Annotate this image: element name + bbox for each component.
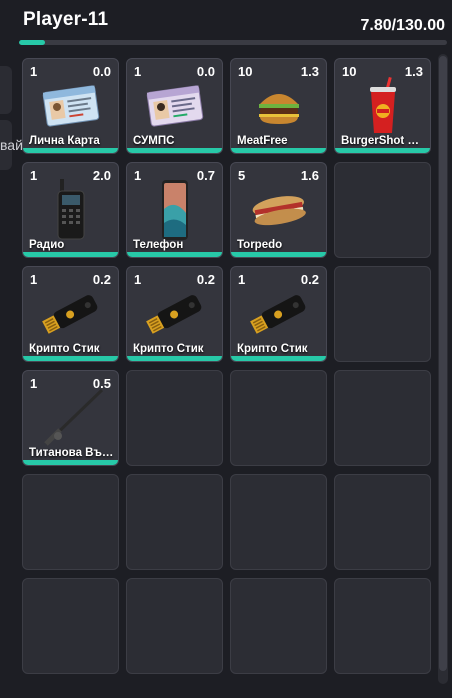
weight-bar-fill	[19, 40, 45, 45]
item-durability-bar	[127, 356, 222, 361]
inventory-slot-empty[interactable]	[22, 578, 119, 674]
item-quantity: 5	[238, 168, 246, 183]
item-weight: 1.3	[404, 64, 423, 79]
item-durability-bar	[23, 148, 118, 153]
item-durability-bar	[23, 252, 118, 257]
scrollbar[interactable]	[438, 54, 448, 684]
item-durability-bar	[335, 148, 430, 153]
radio-icon	[23, 179, 118, 240]
item-name: Крипто Стик	[133, 343, 204, 355]
item-name: Телефон	[133, 239, 184, 251]
weight-readout: 7.80/130.00	[360, 17, 445, 34]
item-name: BurgerShot K…	[341, 135, 426, 147]
item-quantity: 1	[30, 272, 38, 287]
inventory-slot-item[interactable]: 1 0.0 СУМПС	[126, 58, 223, 154]
item-durability-bar	[23, 460, 118, 465]
item-quantity: 1	[134, 272, 142, 287]
item-durability-bar	[127, 252, 222, 257]
item-name: Радио	[29, 239, 65, 251]
item-quantity: 10	[342, 64, 357, 79]
item-weight: 2.0	[92, 168, 111, 183]
fishing-rod-icon	[23, 388, 118, 446]
item-quantity: 1	[30, 168, 38, 183]
item-quantity: 1	[134, 168, 142, 183]
item-weight: 1.3	[300, 64, 319, 79]
burger-icon	[231, 79, 326, 133]
usb-stick-icon	[23, 287, 118, 341]
weight-bar	[19, 40, 447, 45]
inventory-grid: 1 0.0 Лична Карта 1 0.0 СУМПС 10 1.3 MeatFree 10 1…	[22, 58, 434, 698]
player-name: Player-11	[23, 9, 109, 30]
inventory-slot-item[interactable]: 5 1.6 Torpedo	[230, 162, 327, 258]
phone-icon	[127, 180, 222, 240]
item-quantity: 10	[238, 64, 253, 79]
inventory-slot-empty[interactable]	[230, 474, 327, 570]
inventory-slot-item[interactable]: 1 0.2 Крипто Стик	[126, 266, 223, 362]
item-name: СУМПС	[133, 135, 175, 147]
item-durability-bar	[231, 252, 326, 257]
inventory-slot-item[interactable]: 1 0.2 Крипто Стик	[22, 266, 119, 362]
item-weight: 0.2	[300, 272, 319, 287]
inventory-slot-empty[interactable]	[334, 266, 431, 362]
inventory-slot-empty[interactable]	[22, 474, 119, 570]
inventory-slot-empty[interactable]	[334, 474, 431, 570]
item-durability-bar	[231, 356, 326, 361]
inventory-slot-empty[interactable]	[230, 578, 327, 674]
item-name: Torpedo	[237, 239, 283, 251]
inventory-slot-empty[interactable]	[126, 474, 223, 570]
sandwich-icon	[231, 183, 326, 237]
inventory-slot-empty[interactable]	[126, 370, 223, 466]
inventory-slot-item[interactable]: 1 0.0 Лична Карта	[22, 58, 119, 154]
item-quantity: 1	[238, 272, 246, 287]
inventory-slot-empty[interactable]	[334, 370, 431, 466]
item-durability-bar	[231, 148, 326, 153]
scrollbar-thumb[interactable]	[439, 56, 447, 671]
inventory-slot-item[interactable]: 1 0.5 Титанова Въ…	[22, 370, 119, 466]
item-name: Крипто Стик	[237, 343, 308, 355]
item-weight: 0.2	[196, 272, 215, 287]
inventory-slot-empty[interactable]	[334, 162, 431, 258]
inventory-slot-item[interactable]: 1 0.2 Крипто Стик	[230, 266, 327, 362]
item-durability-bar	[23, 356, 118, 361]
item-name: Титанова Въ…	[29, 447, 114, 459]
drink-cup-icon	[335, 77, 430, 133]
inventory-slot-empty[interactable]	[334, 578, 431, 674]
inventory-slot-empty[interactable]	[230, 370, 327, 466]
usb-stick-icon	[127, 287, 222, 341]
inventory-slot-item[interactable]: 10 1.3 MeatFree	[230, 58, 327, 154]
item-weight: 0.2	[92, 272, 111, 287]
item-weight: 0.0	[196, 64, 215, 79]
side-tab-label: вай	[0, 137, 23, 153]
id-card-icon	[23, 79, 118, 133]
inventory-slot-empty[interactable]	[126, 578, 223, 674]
item-durability-bar	[127, 148, 222, 153]
item-name: MeatFree	[237, 135, 288, 147]
item-quantity: 1	[30, 64, 38, 79]
item-quantity: 1	[134, 64, 142, 79]
usb-stick-icon	[231, 287, 326, 341]
inventory-slot-item[interactable]: 10 1.3 BurgerShot K…	[334, 58, 431, 154]
side-tab[interactable]	[0, 66, 12, 114]
item-name: Крипто Стик	[29, 343, 100, 355]
inventory-slot-item[interactable]: 1 2.0 Радио	[22, 162, 119, 258]
item-weight: 0.7	[196, 168, 215, 183]
item-weight: 0.0	[92, 64, 111, 79]
item-weight: 1.6	[300, 168, 319, 183]
inventory-slot-item[interactable]: 1 0.7 Телефон	[126, 162, 223, 258]
driver-license-icon	[127, 79, 222, 133]
item-name: Лична Карта	[29, 135, 100, 147]
inventory-header: Player-11 7.80/130.00	[0, 0, 452, 40]
